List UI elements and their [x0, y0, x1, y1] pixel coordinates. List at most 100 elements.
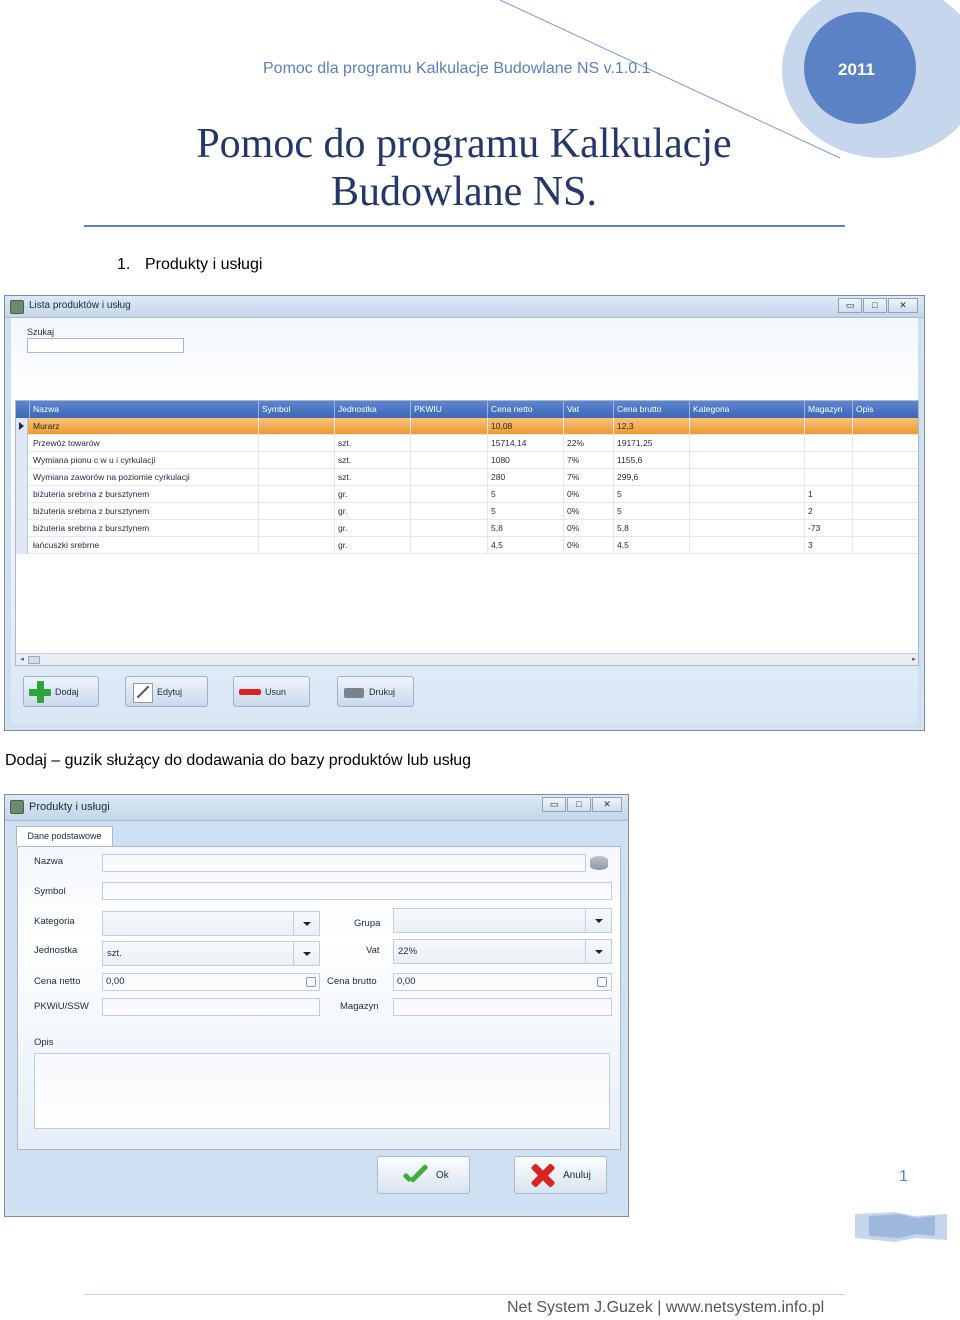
cell-description	[853, 520, 918, 537]
list-window-body: Szukaj Nazwa Symbol Jednostka PKWIU Cena…	[11, 318, 919, 724]
table-row[interactable]: biżuteria srebrna z bursztynem gr. 5 0% 5 1	[16, 486, 918, 503]
window-titlebar: Produkty i usługi ▭ □ ✕	[5, 795, 628, 821]
warehouse-field[interactable]	[393, 998, 612, 1016]
table-row[interactable]: Murarz 10,08 12,3	[16, 418, 918, 435]
cell-warehouse: 3	[805, 537, 853, 554]
table-row[interactable]: Wymiana zaworów na poziomie cyrkulacji sz…	[16, 469, 918, 486]
row-selector[interactable]	[16, 469, 28, 486]
chevron-down-icon[interactable]	[585, 940, 611, 963]
cell-category	[690, 537, 805, 554]
document-title-line-1: Pomoc do programu Kalkulacje	[196, 121, 732, 167]
cancel-button[interactable]: Anuluj	[514, 1156, 607, 1194]
gross-price-field[interactable]: 0,00	[393, 973, 612, 991]
column-header-net-price[interactable]: Cena netto	[488, 401, 564, 418]
header-year: 2011	[838, 60, 875, 79]
cell-vat: 0%	[564, 486, 614, 503]
description-textarea[interactable]	[34, 1053, 610, 1129]
cell-warehouse: 2	[805, 503, 853, 520]
pkwiu-field[interactable]	[102, 998, 320, 1016]
edit-button[interactable]: Edytuj	[125, 676, 208, 707]
scroll-left-icon[interactable]: ◂	[16, 654, 28, 665]
cell-description	[853, 452, 918, 469]
footer-rule	[84, 1294, 845, 1295]
name-field[interactable]	[102, 854, 586, 872]
column-header-unit[interactable]: Jednostka	[335, 401, 411, 418]
delete-button[interactable]: Usun	[233, 676, 310, 707]
pencil-icon	[130, 680, 154, 704]
net-price-field[interactable]: 0,00	[102, 973, 320, 991]
page-number-decoration	[855, 1212, 947, 1242]
ok-button[interactable]: Ok	[377, 1156, 470, 1194]
category-select[interactable]	[102, 911, 320, 936]
add-button[interactable]: Dodaj	[23, 676, 99, 707]
maximize-icon[interactable]: □	[567, 797, 591, 812]
minimize-icon[interactable]: ▭	[838, 298, 862, 313]
cell-name: biżuteria srebrna z bursztynem	[30, 503, 259, 520]
scrollbar-thumb[interactable]	[28, 656, 40, 664]
printer-icon	[342, 680, 366, 704]
table-row[interactable]: łańcuszki srebrne gr. 4,5 0% 4,5 3	[16, 537, 918, 554]
cell-gross-price: 299,6	[614, 469, 690, 486]
table-row[interactable]: Przewóz towarów szt. 15714,14 22% 19171,25	[16, 435, 918, 452]
chevron-down-icon[interactable]	[293, 942, 319, 965]
app-icon	[10, 800, 24, 814]
table-row[interactable]: biżuteria srebrna z bursztynem gr. 5 0% 5 2	[16, 503, 918, 520]
title-rule	[84, 225, 845, 227]
cell-vat: 22%	[564, 435, 614, 452]
net-price-label: Cena netto	[34, 976, 81, 987]
cell-warehouse	[805, 435, 853, 452]
symbol-field[interactable]	[102, 882, 612, 900]
column-header-description[interactable]: Opis	[853, 401, 918, 418]
vat-select[interactable]: 22%	[393, 939, 612, 964]
unit-value: szt.	[107, 948, 122, 959]
gross-price-checkbox[interactable]	[597, 977, 607, 987]
row-selector[interactable]	[16, 452, 28, 469]
print-button[interactable]: Drukuj	[337, 676, 414, 707]
row-selector[interactable]	[16, 520, 28, 537]
table-row[interactable]: biżuteria srebrna z bursztynem gr. 5,8 0% 5,…	[16, 520, 918, 537]
column-header-name[interactable]: Nazwa	[30, 401, 259, 418]
search-input[interactable]	[27, 338, 184, 353]
grid-header-marker	[16, 401, 30, 418]
column-header-gross-price[interactable]: Cena brutto	[614, 401, 690, 418]
row-selector-arrow-icon[interactable]	[16, 418, 28, 435]
cell-warehouse: 1	[805, 486, 853, 503]
column-header-symbol[interactable]: Symbol	[259, 401, 335, 418]
column-header-category[interactable]: Kategoria	[690, 401, 805, 418]
minimize-icon[interactable]: ▭	[542, 797, 566, 812]
row-selector[interactable]	[16, 435, 28, 452]
chevron-down-icon[interactable]	[293, 912, 319, 935]
row-selector[interactable]	[16, 537, 28, 554]
cell-vat: 7%	[564, 469, 614, 486]
database-icon[interactable]	[590, 856, 608, 870]
close-icon[interactable]: ✕	[888, 298, 918, 313]
close-icon[interactable]: ✕	[592, 797, 622, 812]
column-header-vat[interactable]: Vat	[564, 401, 614, 418]
section-heading: 1. Produkty i usługi	[117, 256, 262, 274]
table-row[interactable]: Wymiana pionu c w u i cyrkulacji szt. 1080…	[16, 452, 918, 469]
empty-grid-area	[16, 622, 918, 639]
row-selector[interactable]	[16, 486, 28, 503]
tab-basic-data[interactable]: Dane podstawowe	[16, 826, 113, 846]
cell-net-price: 5	[488, 486, 564, 503]
name-label: Nazwa	[34, 856, 64, 867]
maximize-icon[interactable]: □	[863, 298, 887, 313]
scroll-right-icon[interactable]: ▸	[908, 654, 918, 665]
column-header-pkwiu[interactable]: PKWIU	[411, 401, 488, 418]
horizontal-scrollbar[interactable]: ◂ ▸	[16, 653, 918, 665]
cell-warehouse	[805, 469, 853, 486]
unit-select[interactable]: szt.	[102, 941, 320, 966]
group-select[interactable]	[393, 908, 612, 933]
cell-unit: szt.	[335, 469, 411, 486]
row-selector[interactable]	[16, 503, 28, 520]
cell-vat: 0%	[564, 503, 614, 520]
cell-unit: gr.	[335, 520, 411, 537]
net-price-checkbox[interactable]	[306, 977, 316, 987]
document-title: Pomoc do programu Kalkulacje Budowlane N…	[84, 120, 844, 216]
cell-name: łańcuszki srebrne	[30, 537, 259, 554]
chevron-down-icon[interactable]	[585, 909, 611, 932]
running-title: Pomoc dla programu Kalkulacje Budowlane …	[263, 60, 651, 77]
column-header-warehouse[interactable]: Magazyn	[805, 401, 853, 418]
cell-net-price: 5,8	[488, 520, 564, 537]
cross-icon	[529, 1161, 557, 1189]
